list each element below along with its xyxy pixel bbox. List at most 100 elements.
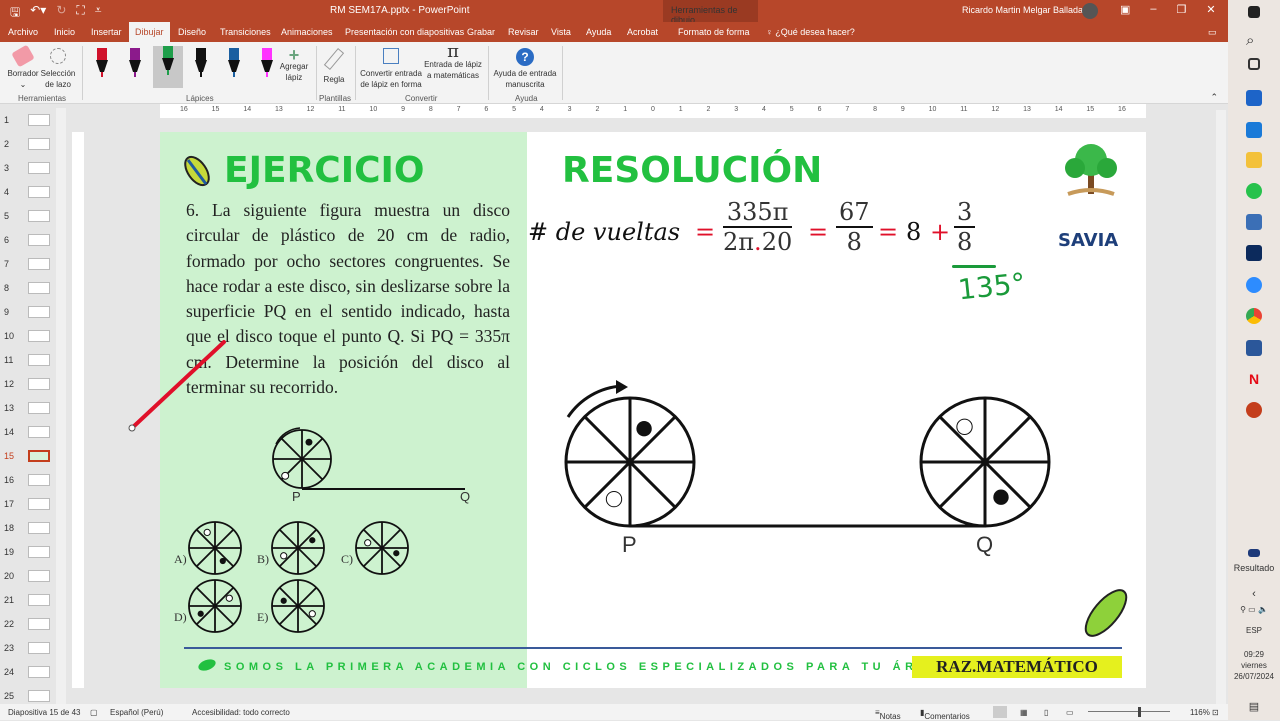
mlb-icon[interactable] bbox=[1248, 549, 1260, 557]
slideshow-view-icon[interactable]: ▭ bbox=[1066, 708, 1074, 717]
accessibility-status[interactable]: Accesibilidad: todo correcto bbox=[192, 708, 290, 717]
pen-2-button[interactable] bbox=[128, 48, 142, 78]
redo-icon[interactable]: ↻ bbox=[56, 3, 66, 24]
clock-date[interactable]: 26/07/2024 bbox=[1228, 672, 1280, 681]
slide-canvas[interactable]: EJERCICIO RESOLUCIÓN 6. La siguiente fig… bbox=[160, 132, 1146, 688]
ink-help-button[interactable]: ? Ayuda de entrada manuscrita bbox=[492, 48, 558, 90]
slide-thumbnail[interactable]: 20 bbox=[4, 570, 50, 582]
start-slideshow-icon[interactable]: ⛶ bbox=[76, 3, 84, 24]
option-label[interactable]: D) bbox=[174, 610, 187, 625]
calculator-icon[interactable] bbox=[1246, 214, 1262, 230]
task-view-icon[interactable] bbox=[1248, 58, 1260, 70]
tab-inicio[interactable]: Inicio bbox=[54, 27, 75, 37]
lasso-select-button[interactable]: Selección de lazo bbox=[40, 48, 76, 90]
collapse-ribbon-icon[interactable]: ⌃ bbox=[1210, 92, 1218, 103]
option-label[interactable]: A) bbox=[174, 552, 187, 567]
zoom-level[interactable]: 116% bbox=[1190, 708, 1210, 717]
slide-thumbnail[interactable]: 12 bbox=[4, 378, 50, 390]
slide-thumbnail[interactable]: 14 bbox=[4, 426, 50, 438]
tab-acrobat[interactable]: Acrobat bbox=[627, 27, 658, 37]
option-label[interactable]: C) bbox=[341, 552, 353, 567]
search-icon[interactable]: ⌕ bbox=[1246, 32, 1262, 49]
option-label[interactable]: B) bbox=[257, 552, 269, 567]
ink-to-math-button[interactable]: π Entrada de lápiz a matemáticas bbox=[424, 43, 482, 81]
pen-3-button[interactable] bbox=[153, 46, 183, 88]
slide-thumbnail[interactable]: 22 bbox=[4, 618, 50, 630]
slide-thumbnail[interactable]: 10 bbox=[4, 330, 50, 342]
input-language[interactable]: ESP bbox=[1228, 626, 1280, 635]
slide-thumbnail[interactable]: 7 bbox=[4, 258, 50, 270]
reading-view-icon[interactable]: ▯ bbox=[1044, 708, 1048, 717]
store-icon[interactable] bbox=[1246, 90, 1262, 106]
slide-thumbnail[interactable]: 19 bbox=[4, 546, 50, 558]
whatsapp-icon[interactable] bbox=[1246, 183, 1262, 199]
customize-qat-icon[interactable]: ⩡ bbox=[95, 3, 102, 24]
slide-thumbnail[interactable]: 15 bbox=[4, 450, 50, 462]
comments-button[interactable]: ▮ Comentarios bbox=[920, 708, 970, 721]
save-icon[interactable]: 🖫 bbox=[10, 3, 20, 24]
tab-animaciones[interactable]: Animaciones bbox=[281, 27, 333, 37]
restore-icon[interactable]: ❐ bbox=[1177, 3, 1187, 16]
slide-thumbnail[interactable]: 16 bbox=[4, 474, 50, 486]
powerpoint-icon[interactable] bbox=[1246, 402, 1262, 418]
tab-transiciones[interactable]: Transiciones bbox=[220, 27, 271, 37]
slide-thumbnail[interactable]: 13 bbox=[4, 402, 50, 414]
slide-thumbnail[interactable]: 25 bbox=[4, 690, 50, 702]
tell-me-search[interactable]: ♀ ¿Qué desea hacer? bbox=[766, 27, 855, 37]
pen-4-button[interactable] bbox=[194, 48, 208, 78]
comments-icon[interactable]: ▭ bbox=[1208, 27, 1217, 38]
normal-view-icon[interactable] bbox=[993, 706, 1007, 718]
close-icon[interactable]: ✕ bbox=[1206, 3, 1215, 16]
disney-plus-icon[interactable] bbox=[1246, 245, 1262, 261]
ribbon-display-icon[interactable]: ▣ bbox=[1120, 3, 1130, 16]
pen-6-button[interactable] bbox=[260, 48, 274, 78]
fit-slide-icon[interactable]: ⊡ bbox=[1212, 708, 1219, 717]
user-name[interactable]: Ricardo Martin Melgar Balladares bbox=[962, 5, 1096, 15]
slide-thumbnail[interactable]: 21 bbox=[4, 594, 50, 606]
editor-scrollbar[interactable] bbox=[1216, 110, 1226, 704]
slide-thumbnail[interactable]: 9 bbox=[4, 306, 50, 318]
slide-thumbnail[interactable]: 24 bbox=[4, 666, 50, 678]
slide-thumbnail[interactable]: 23 bbox=[4, 642, 50, 654]
slide-thumbnail[interactable]: 6 bbox=[4, 234, 50, 246]
notifications-icon[interactable]: ▤ bbox=[1228, 700, 1280, 713]
pen-1-button[interactable] bbox=[95, 48, 109, 78]
tab-diseño[interactable]: Diseño bbox=[178, 27, 206, 37]
option-label[interactable]: E) bbox=[257, 610, 268, 625]
avatar[interactable] bbox=[1082, 3, 1098, 19]
network-volume-icons[interactable]: ⚲ ▭ 🔈 bbox=[1228, 605, 1280, 614]
windows-start-icon[interactable] bbox=[1248, 6, 1260, 18]
tab-insertar[interactable]: Insertar bbox=[91, 27, 122, 37]
ruler-button[interactable]: Regla bbox=[320, 48, 348, 85]
slide-thumbnail[interactable]: 11 bbox=[4, 354, 50, 366]
slide-thumbnail[interactable]: 2 bbox=[4, 138, 50, 150]
ink-to-shape-button[interactable]: Convertir entrada de lápiz en forma bbox=[358, 48, 424, 90]
tab-formato-de-forma[interactable]: Formato de forma bbox=[678, 27, 750, 37]
spellcheck-icon[interactable]: ▢ bbox=[90, 708, 98, 717]
slide-thumbnail[interactable]: 1 bbox=[4, 114, 50, 126]
add-pen-button[interactable]: + Agregar lápiz bbox=[278, 46, 310, 83]
tab-ayuda[interactable]: Ayuda bbox=[586, 27, 611, 37]
mail-icon[interactable] bbox=[1246, 122, 1262, 138]
show-hidden-icons[interactable]: ‹ bbox=[1228, 588, 1280, 600]
tab-dibujar[interactable]: Dibujar bbox=[129, 22, 170, 42]
tab-grabar[interactable]: Grabar bbox=[467, 27, 495, 37]
slide-sorter-icon[interactable]: ▦ bbox=[1020, 708, 1028, 717]
language[interactable]: Español (Perú) bbox=[110, 708, 163, 717]
tab-archivo[interactable]: Archivo bbox=[8, 27, 38, 37]
tab-revisar[interactable]: Revisar bbox=[508, 27, 539, 37]
clock-day[interactable]: viernes bbox=[1228, 661, 1280, 670]
zoom-slider[interactable] bbox=[1088, 711, 1170, 712]
slide-thumbnail[interactable]: 17 bbox=[4, 498, 50, 510]
tab-presentación-con-diapositivas[interactable]: Presentación con diapositivas bbox=[345, 27, 464, 37]
minimize-icon[interactable]: – bbox=[1150, 3, 1156, 16]
slide-thumbnail[interactable]: 3 bbox=[4, 162, 50, 174]
tab-vista[interactable]: Vista bbox=[551, 27, 571, 37]
notes-button[interactable]: ≡ Notas bbox=[875, 708, 901, 721]
chrome-icon[interactable] bbox=[1246, 308, 1262, 324]
slide-thumbnail[interactable]: 5 bbox=[4, 210, 50, 222]
netflix-icon[interactable]: N bbox=[1246, 371, 1262, 387]
widget-result[interactable]: Resultado bbox=[1228, 563, 1280, 573]
undo-icon[interactable]: ↶▾ bbox=[30, 3, 46, 24]
file-explorer-icon[interactable] bbox=[1246, 152, 1262, 168]
